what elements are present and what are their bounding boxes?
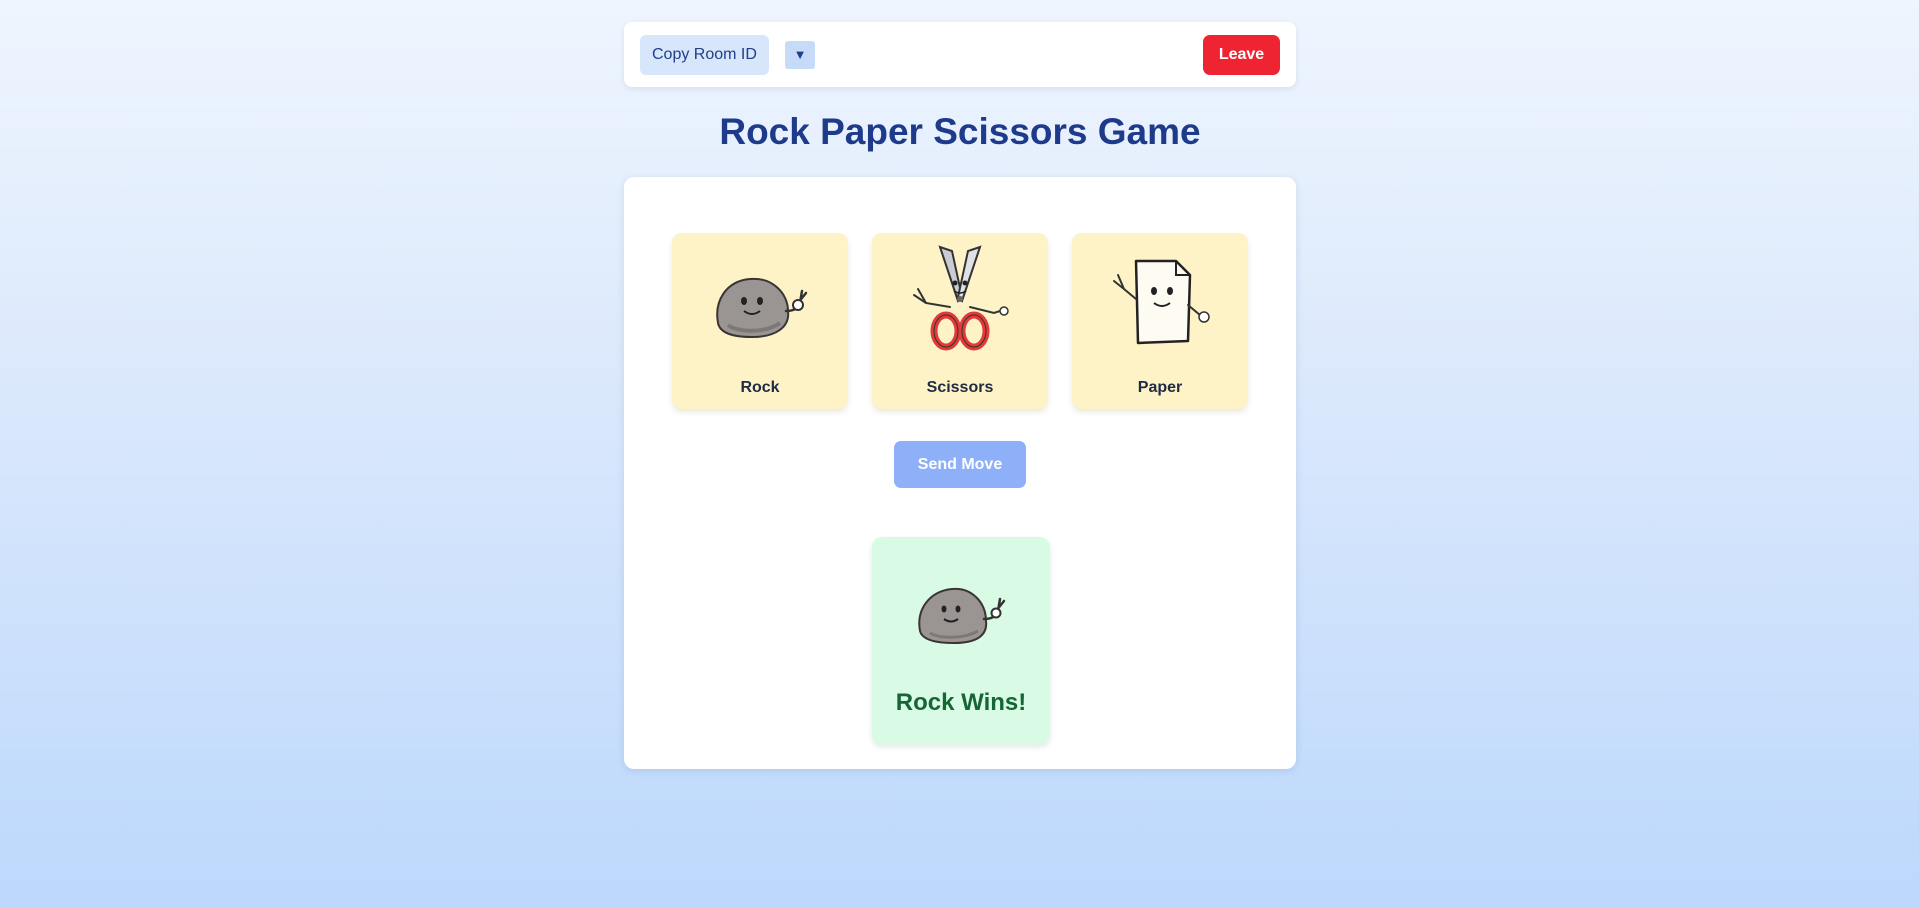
- choice-paper[interactable]: Paper: [1072, 233, 1248, 409]
- game-container: Copy Room ID ▼ Leave Rock Paper Scissors…: [624, 22, 1296, 769]
- page-title: Rock Paper Scissors Game: [719, 111, 1201, 152]
- chevron-down-icon: ▼: [793, 47, 807, 62]
- choice-label: Scissors: [926, 379, 994, 396]
- rock-character-icon: [918, 587, 1006, 645]
- top-bar: Copy Room ID ▼ Leave: [624, 22, 1296, 87]
- choice-label: Rock: [740, 379, 780, 396]
- choice-list: Rock Scissors Paper: [672, 233, 1248, 409]
- send-move-button[interactable]: Send Move: [894, 441, 1026, 488]
- scissors-character-icon: [913, 245, 1009, 351]
- choice-label: Paper: [1137, 379, 1183, 396]
- leave-button[interactable]: Leave: [1203, 35, 1280, 75]
- choice-scissors[interactable]: Scissors: [872, 233, 1048, 409]
- dropdown-toggle-button[interactable]: ▼: [785, 41, 815, 69]
- result-text: Rock Wins!: [895, 689, 1027, 716]
- result-card: Rock Wins!: [872, 537, 1050, 744]
- paper-character-icon: [1113, 259, 1210, 345]
- copy-room-id-button[interactable]: Copy Room ID: [640, 35, 769, 75]
- rock-character-icon: [716, 277, 808, 339]
- game-card: Rock Scissors Paper Send Move Rock Wins!: [624, 177, 1296, 769]
- choice-rock[interactable]: Rock: [672, 233, 848, 409]
